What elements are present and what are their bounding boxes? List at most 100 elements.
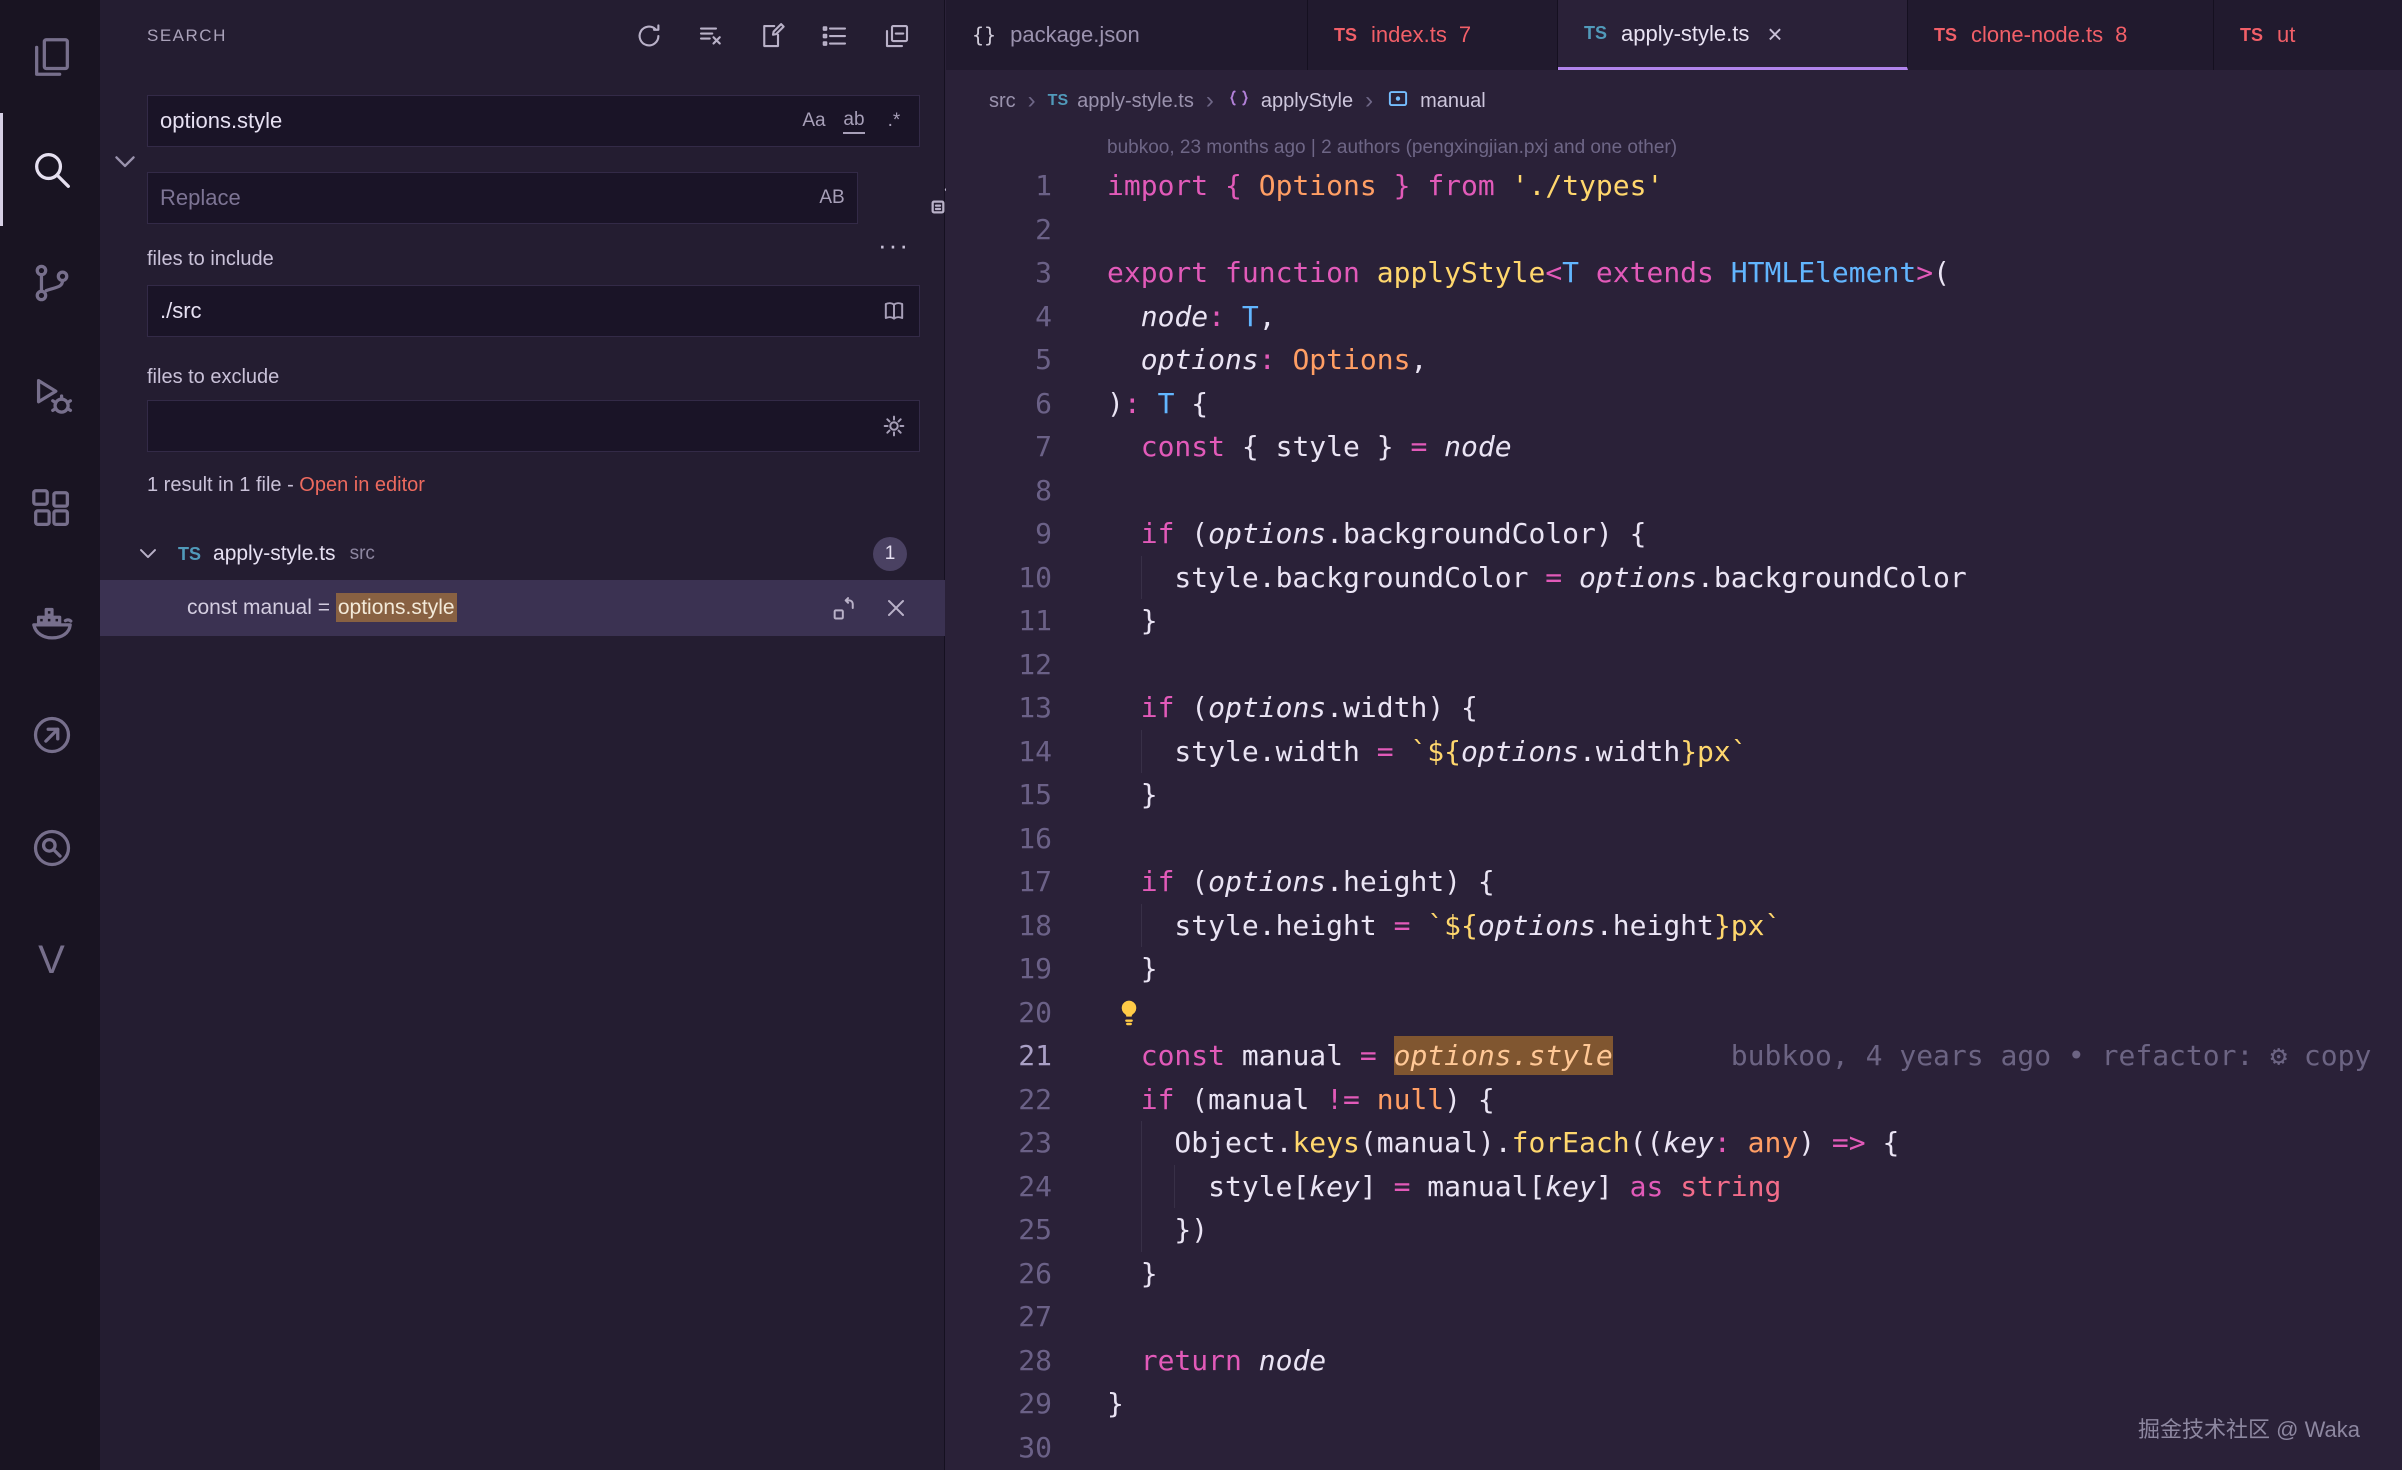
code-line-21[interactable]: 21 const manual = options.style bubkoo, … [946, 1034, 2402, 1078]
tab-apply-style.ts[interactable]: TSapply-style.ts× [1558, 0, 1908, 70]
tab-package.json[interactable]: {}package.json [946, 0, 1308, 70]
breadcrumb-item-src[interactable]: src [989, 90, 1016, 113]
close-tab-icon[interactable]: × [1767, 21, 1782, 47]
preserve-case-toggle[interactable]: AB [815, 180, 849, 216]
results-count-text: 1 result in 1 file - [147, 474, 299, 496]
clear-search-results-icon[interactable] [690, 15, 732, 57]
use-regex-toggle[interactable]: .* [877, 103, 911, 139]
activity-extensions[interactable] [0, 452, 100, 565]
activity-explorer[interactable] [0, 0, 100, 113]
indent-guide [1141, 730, 1142, 774]
code-line-15[interactable]: 15 } [946, 773, 2402, 817]
breadcrumb-item-apply-style.ts[interactable]: TSapply-style.ts [1048, 90, 1194, 113]
replace-field: AB [147, 172, 858, 224]
activity-code-inspect[interactable] [0, 791, 100, 904]
result-file-path: src [350, 543, 375, 565]
replace-input[interactable] [148, 185, 815, 211]
indent-guide [1141, 1121, 1142, 1165]
code-line-7[interactable]: 7 const { style } = node [946, 425, 2402, 469]
files-to-exclude-input[interactable] [148, 413, 877, 439]
activity-run-debug[interactable] [0, 339, 100, 452]
codelens-blame[interactable]: bubkoo, 23 months ago | 2 authors (pengx… [1107, 132, 2402, 164]
refresh-icon[interactable] [628, 15, 670, 57]
search-open-editors-icon[interactable] [877, 293, 911, 329]
files-to-include-input[interactable] [148, 298, 877, 324]
code-line-4[interactable]: 4 node: T, [946, 295, 2402, 339]
exclude-settings-gear-icon[interactable] [877, 408, 911, 444]
dismiss-match-button[interactable] [877, 589, 915, 627]
code-line-20[interactable]: 20 [946, 991, 2402, 1035]
activity-docker[interactable] [0, 565, 100, 678]
code-line-14[interactable]: 14 style.width = `${options.width}px` [946, 730, 2402, 774]
code-line-19[interactable]: 19 } [946, 947, 2402, 991]
search-result-file-row[interactable]: TS apply-style.ts src 1 [100, 528, 945, 580]
line-number: 19 [946, 947, 1052, 991]
code-line-28[interactable]: 28 return node [946, 1339, 2402, 1383]
code-text [1107, 643, 2402, 687]
breadcrumb-item-manual[interactable]: manual [1385, 85, 1486, 117]
code-text: if (options.backgroundColor) { [1107, 512, 2402, 556]
line-number: 5 [946, 338, 1052, 382]
code-line-2[interactable]: 2 [946, 208, 2402, 252]
code-line-27[interactable]: 27 [946, 1295, 2402, 1339]
match-highlight: options.style [336, 593, 457, 622]
json-file-icon: {} [972, 23, 996, 47]
code-text: if (options.width) { [1107, 686, 2402, 730]
code-line-9[interactable]: 9 if (options.backgroundColor) { [946, 512, 2402, 556]
tab-label: index.ts [1371, 22, 1447, 48]
toggle-replace-chevron[interactable] [108, 144, 142, 178]
code-line-25[interactable]: 25 }) [946, 1208, 2402, 1252]
code-text: style.height = `${options.height}px` [1107, 904, 2402, 948]
whole-word-toggle[interactable]: ab [837, 103, 871, 139]
code-line-24[interactable]: 24 style[key] = manual[key] as string [946, 1165, 2402, 1209]
code-line-17[interactable]: 17 if (options.height) { [946, 860, 2402, 904]
collapse-all-icon[interactable] [876, 15, 918, 57]
code-line-16[interactable]: 16 [946, 817, 2402, 861]
chevron-down-icon[interactable] [134, 539, 164, 569]
code-line-11[interactable]: 11 } [946, 599, 2402, 643]
new-search-editor-icon[interactable] [752, 15, 794, 57]
breadcrumb-item-applyStyle[interactable]: applyStyle [1226, 85, 1353, 117]
tab-ut[interactable]: TSut [2214, 0, 2402, 70]
replace-match-button[interactable] [825, 589, 863, 627]
panel-header-actions [628, 15, 918, 57]
code-line-1[interactable]: 1import { Options } from './types' [946, 164, 2402, 208]
view-as-list-icon[interactable] [814, 15, 856, 57]
activity-search[interactable] [0, 113, 100, 226]
code-text: } [1107, 599, 2402, 643]
activity-source-control[interactable] [0, 226, 100, 339]
code-line-26[interactable]: 26 } [946, 1252, 2402, 1296]
activity-vitest[interactable]: V [0, 904, 100, 1017]
lightbulb-icon[interactable] [1113, 996, 1145, 1028]
breadcrumb-separator: › [1028, 87, 1036, 115]
debug-icon [28, 372, 76, 420]
search-input[interactable] [148, 108, 797, 134]
code-line-10[interactable]: 10 style.backgroundColor = options.backg… [946, 556, 2402, 600]
code-line-22[interactable]: 22 if (manual != null) { [946, 1078, 2402, 1122]
code-editor[interactable]: bubkoo, 23 months ago | 2 authors (pengx… [946, 132, 2402, 1470]
code-line-23[interactable]: 23 Object.keys(manual).forEach((key: any… [946, 1121, 2402, 1165]
code-line-12[interactable]: 12 [946, 643, 2402, 687]
match-case-toggle[interactable]: Aa [797, 103, 831, 139]
code-text: Object.keys(manual).forEach((key: any) =… [1107, 1121, 2402, 1165]
match-text: const manual = options.style [187, 596, 457, 620]
line-number: 11 [946, 599, 1052, 643]
toggle-search-details-button[interactable]: ··· [878, 230, 910, 261]
files-icon [28, 33, 76, 81]
tab-clone-node.ts[interactable]: TSclone-node.ts8 [1908, 0, 2214, 70]
search-match-row[interactable]: const manual = options.style [100, 580, 945, 636]
line-number: 23 [946, 1121, 1052, 1165]
code-line-18[interactable]: 18 style.height = `${options.height}px` [946, 904, 2402, 948]
code-line-3[interactable]: 3export function applyStyle<T extends HT… [946, 251, 2402, 295]
code-line-6[interactable]: 6): T { [946, 382, 2402, 426]
ts-file-icon: TS [1584, 23, 1607, 44]
code-text: } [1107, 947, 2402, 991]
tab-index.ts[interactable]: TSindex.ts7 [1308, 0, 1558, 70]
code-line-5[interactable]: 5 options: Options, [946, 338, 2402, 382]
line-number: 29 [946, 1382, 1052, 1426]
open-in-editor-link[interactable]: Open in editor [299, 474, 425, 496]
code-line-8[interactable]: 8 [946, 469, 2402, 513]
code-line-13[interactable]: 13 if (options.width) { [946, 686, 2402, 730]
activity-remote-circle[interactable] [0, 678, 100, 791]
ts-file-icon: TS [178, 544, 201, 565]
